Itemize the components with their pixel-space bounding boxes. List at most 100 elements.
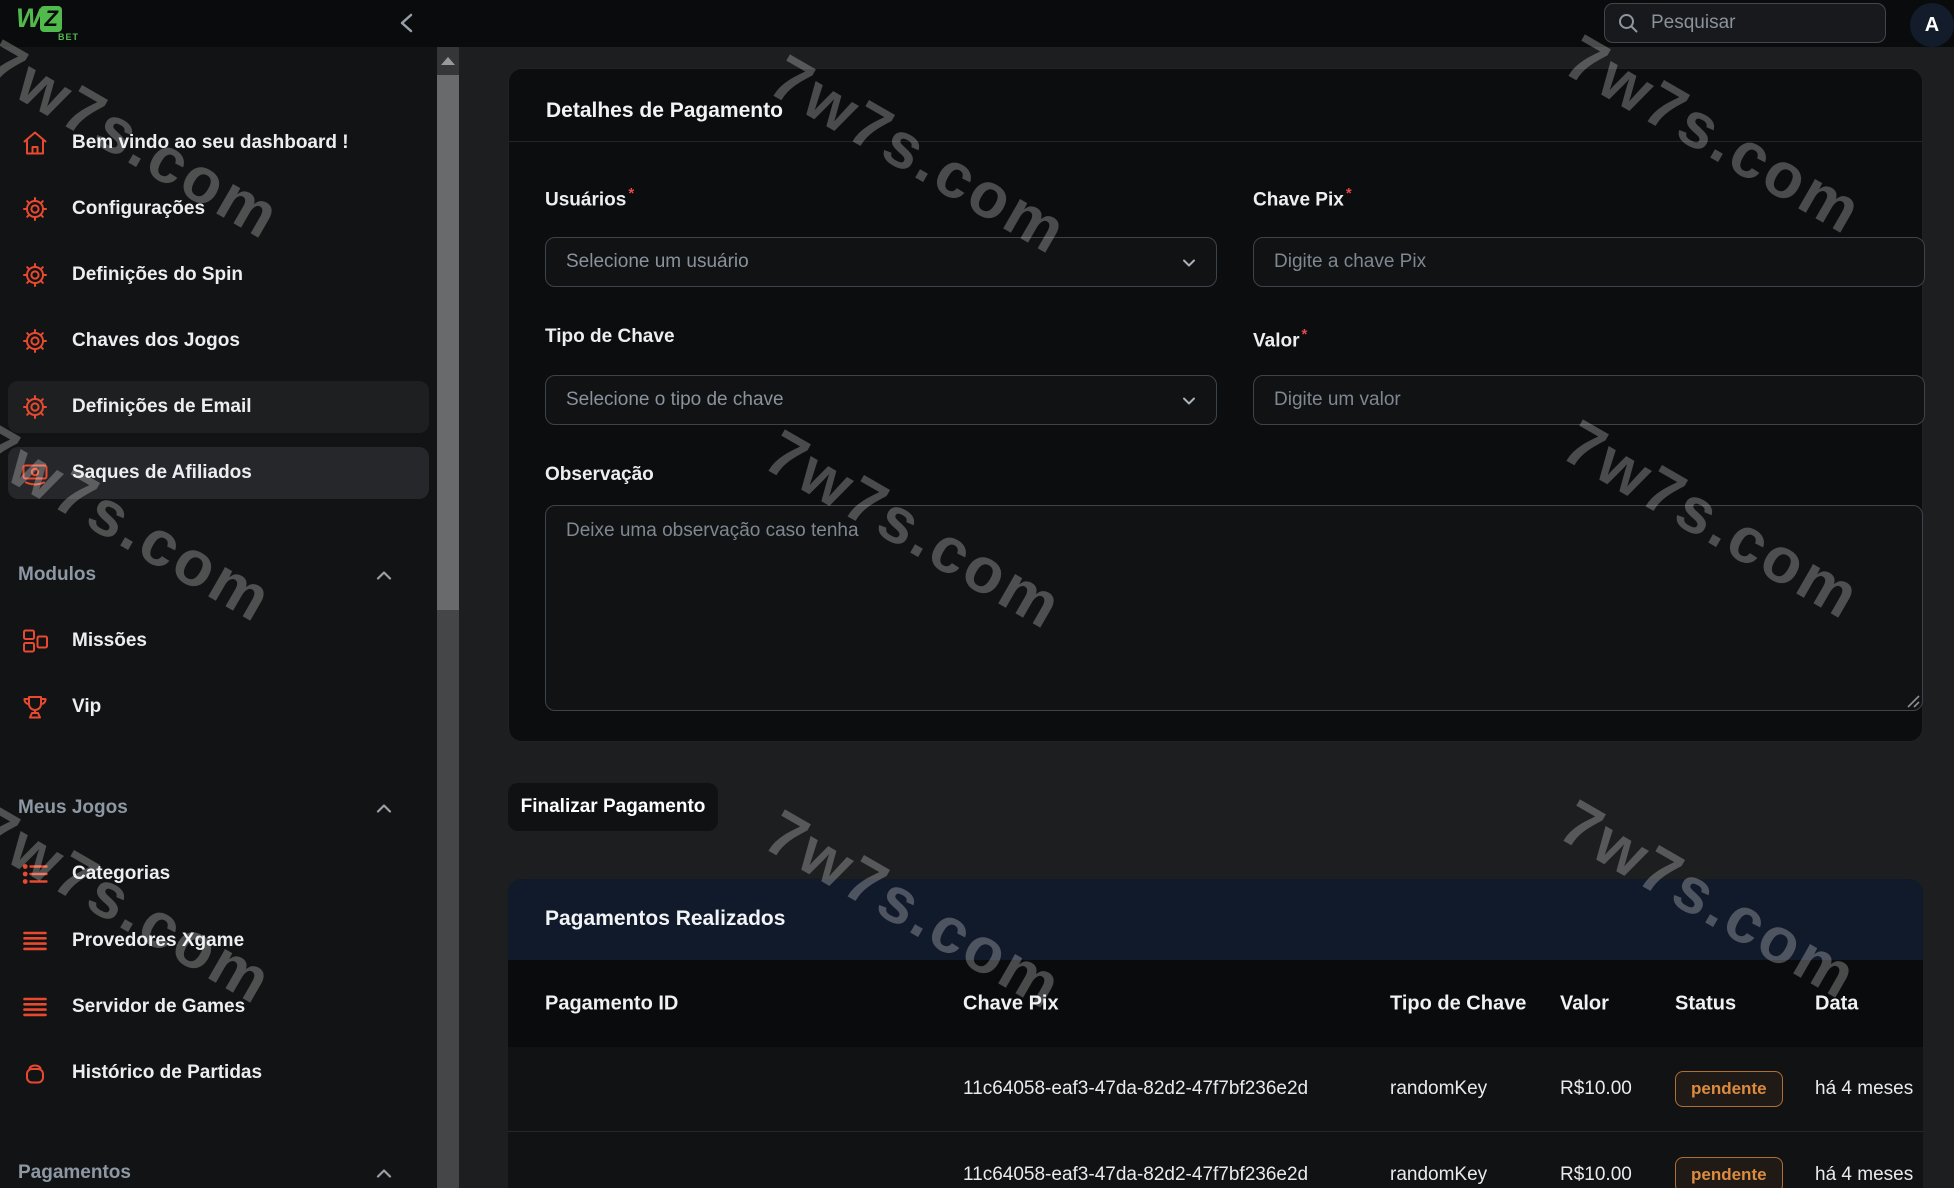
sidebar-item-saques-afiliados[interactable]: Saques de Afiliados <box>8 447 429 499</box>
status-badge: pendente <box>1675 1071 1783 1107</box>
brand-logo-z: Z <box>40 6 61 32</box>
avatar[interactable]: A <box>1910 3 1954 47</box>
payments-table-card: Pagamentos Realizados Pagamento ID Chave… <box>508 879 1923 1188</box>
payments-card-header: Pagamentos Realizados <box>508 879 1923 960</box>
main-content: Detalhes de Pagamento Usuários* Selecion… <box>459 47 1954 1188</box>
table-header-row: Pagamento ID Chave Pix Tipo de Chave Val… <box>508 960 1923 1047</box>
search-icon <box>1617 12 1639 34</box>
sidebar-item-categorias[interactable]: Categorias <box>8 848 429 900</box>
chave-pix-label: Chave Pix* <box>1253 185 1352 211</box>
archive-icon <box>20 1058 50 1088</box>
sidebar-section-label: Meus Jogos <box>18 797 128 819</box>
column-header: Status <box>1675 992 1736 1015</box>
brand-logo-w: W <box>16 4 39 32</box>
cell-chave-pix: 11c64058-eaf3-47da-82d2-47f7bf236e2d <box>963 1078 1308 1100</box>
sidebar-section-pagamentos[interactable]: Pagamentos <box>0 1159 437 1187</box>
sidebar-item-provedores-xgame[interactable]: Provedores Xgame <box>8 915 429 967</box>
cell-chave-pix: 11c64058-eaf3-47da-82d2-47f7bf236e2d <box>963 1164 1308 1186</box>
column-header: Pagamento ID <box>545 992 678 1015</box>
home-icon <box>20 128 50 158</box>
stack-icon <box>20 992 50 1022</box>
sidebar-item-label: Histórico de Partidas <box>72 1062 262 1084</box>
required-asterisk: * <box>628 185 634 202</box>
chevron-down-icon <box>1178 390 1200 412</box>
grid-icon <box>20 626 50 656</box>
sidebar-item-definicoes-spin[interactable]: Definições do Spin <box>8 249 429 301</box>
card-title: Detalhes de Pagamento <box>546 99 783 123</box>
sidebar-item-label: Categorias <box>72 863 170 885</box>
sidebar-item-missoes[interactable]: Missões <box>8 615 429 667</box>
sidebar-item-chaves-jogos[interactable]: Chaves dos Jogos <box>8 315 429 367</box>
divider <box>509 141 1922 142</box>
avatar-initial: A <box>1925 14 1939 37</box>
sidebar-item-label: Vip <box>72 696 101 718</box>
sidebar-item-configuracoes[interactable]: Configurações <box>8 183 429 235</box>
gear-icon <box>20 194 50 224</box>
sidebar-item-label: Chaves dos Jogos <box>72 330 240 352</box>
chave-pix-input[interactable] <box>1253 237 1925 287</box>
valor-input[interactable] <box>1253 375 1925 425</box>
triangle-up-icon <box>441 57 455 65</box>
usuarios-select[interactable]: Selecione um usuário <box>545 237 1217 287</box>
cell-data: há 4 meses <box>1815 1164 1913 1186</box>
chevron-up-icon <box>374 1167 394 1179</box>
gear-icon <box>20 392 50 422</box>
sidebar-section-modulos[interactable]: Modulos <box>0 561 437 589</box>
chevron-down-icon <box>1178 252 1200 274</box>
usuarios-label: Usuários* <box>545 185 634 211</box>
valor-label: Valor* <box>1253 326 1307 352</box>
sidebar-item-label: Provedores Xgame <box>72 930 244 952</box>
table-row: 11c64058-eaf3-47da-82d2-47f7bf236e2d ran… <box>508 1047 1923 1132</box>
tipo-chave-select[interactable]: Selecione o tipo de chave <box>545 375 1217 425</box>
scrollbar-up-arrow[interactable] <box>437 47 459 75</box>
sidebar-item-definicoes-email[interactable]: Definições de Email <box>8 381 429 433</box>
sidebar-section-label: Modulos <box>18 564 96 586</box>
sidebar-item-dashboard[interactable]: Bem vindo ao seu dashboard ! <box>8 117 429 169</box>
cell-tipo-de-chave: randomKey <box>1390 1078 1487 1100</box>
table-row: 11c64058-eaf3-47da-82d2-47f7bf236e2d ran… <box>508 1132 1923 1188</box>
required-asterisk: * <box>1301 326 1307 343</box>
sidebar-item-label: Saques de Afiliados <box>72 462 252 484</box>
sidebar-item-historico-partidas[interactable]: Histórico de Partidas <box>8 1047 429 1099</box>
chevron-left-icon[interactable] <box>396 11 420 35</box>
sidebar-section-meus-jogos[interactable]: Meus Jogos <box>0 794 437 822</box>
cash-icon <box>20 458 50 488</box>
required-asterisk: * <box>1346 185 1352 202</box>
sidebar-item-label: Definições do Spin <box>72 264 243 286</box>
column-header: Tipo de Chave <box>1390 992 1526 1015</box>
gear-icon <box>20 326 50 356</box>
select-placeholder: Selecione um usuário <box>566 251 749 273</box>
scrollbar-thumb[interactable] <box>437 75 459 610</box>
chevron-up-icon <box>374 569 394 581</box>
sidebar-item-label: Configurações <box>72 198 205 220</box>
sidebar-section-label: Pagamentos <box>18 1162 131 1184</box>
observacao-textarea[interactable] <box>545 505 1923 711</box>
sidebar-item-label: Servidor de Games <box>72 996 245 1018</box>
search-input[interactable] <box>1651 12 1896 34</box>
topbar: W Z BET A <box>0 0 1954 47</box>
brand-logo: W Z BET <box>16 4 62 32</box>
brand-logo-suffix: BET <box>58 32 79 42</box>
scrollbar-track[interactable] <box>437 47 459 1188</box>
cell-tipo-de-chave: randomKey <box>1390 1164 1487 1186</box>
cell-data: há 4 meses <box>1815 1078 1913 1100</box>
stack-icon <box>20 926 50 956</box>
payments-title: Pagamentos Realizados <box>545 907 785 931</box>
column-header: Data <box>1815 992 1858 1015</box>
column-header: Chave Pix <box>963 992 1059 1015</box>
gear-icon <box>20 260 50 290</box>
trophy-icon <box>20 692 50 722</box>
search-box <box>1604 3 1886 43</box>
sidebar-item-label: Missões <box>72 630 147 652</box>
observacao-label: Observação <box>545 464 654 486</box>
status-badge: pendente <box>1675 1157 1783 1188</box>
sidebar: Bem vindo ao seu dashboard ! Configuraçõ… <box>0 47 437 1188</box>
column-header: Valor <box>1560 992 1609 1015</box>
sidebar-item-servidor-games[interactable]: Servidor de Games <box>8 981 429 1033</box>
sidebar-item-label: Bem vindo ao seu dashboard ! <box>72 132 349 154</box>
finalizar-pagamento-button[interactable]: Finalizar Pagamento <box>508 783 718 831</box>
sidebar-item-vip[interactable]: Vip <box>8 681 429 733</box>
sidebar-item-label: Definições de Email <box>72 396 252 418</box>
payment-details-card: Detalhes de Pagamento Usuários* Selecion… <box>508 68 1923 742</box>
chevron-up-icon <box>374 802 394 814</box>
